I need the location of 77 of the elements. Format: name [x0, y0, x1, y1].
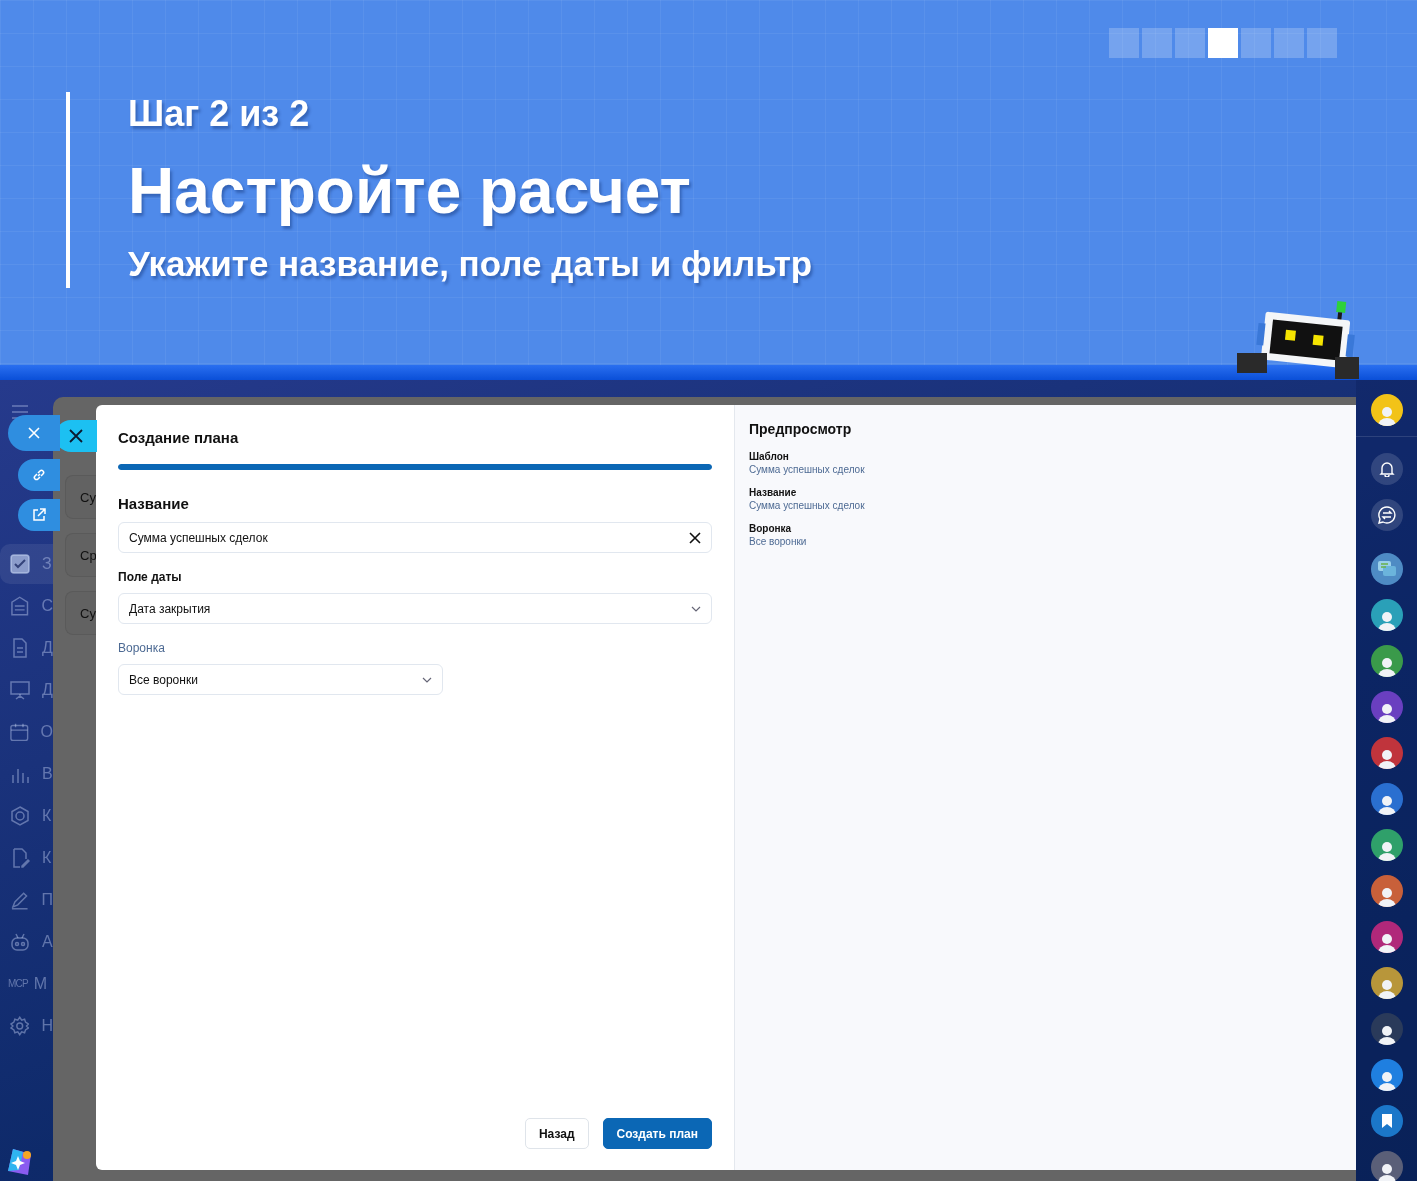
- field-label: Название: [118, 494, 190, 514]
- user-avatar[interactable]: [1370, 645, 1403, 677]
- pencil-icon: [10, 890, 30, 910]
- user-avatar[interactable]: [1370, 967, 1403, 999]
- back-button[interactable]: Назад: [524, 1118, 589, 1149]
- bell-icon: [1378, 461, 1395, 477]
- chat-bubbles-icon: [1376, 560, 1397, 578]
- user-avatar[interactable]: [1370, 1013, 1403, 1045]
- dialog-title: Создание плана: [118, 429, 240, 447]
- slide-title: Настройте расчет: [128, 156, 692, 226]
- field-label: Воронка: [118, 640, 166, 656]
- preview-label: Название: [749, 486, 798, 499]
- user-avatar[interactable]: [1370, 1059, 1403, 1091]
- sidebar-item[interactable]: А: [0, 932, 53, 952]
- copy-link-button[interactable]: [18, 459, 60, 491]
- chat-arrows-icon: [1377, 506, 1396, 524]
- plan-card: Су: [65, 475, 96, 519]
- document-edit-icon: [10, 848, 30, 868]
- chats-button[interactable]: [1370, 553, 1403, 585]
- user-avatar[interactable]: [1370, 783, 1403, 815]
- preview-title: Предпросмотр: [749, 421, 853, 437]
- preview-label: Шаблон: [749, 450, 790, 463]
- field-label: Поле даты: [118, 569, 183, 585]
- chevron-down-icon: [422, 676, 432, 683]
- user-avatar[interactable]: [1370, 737, 1403, 769]
- date-field-dropdown[interactable]: Дата закрытия: [118, 593, 712, 624]
- close-icon: [28, 427, 40, 439]
- sidebar-item[interactable]: П: [0, 890, 53, 910]
- close-icon[interactable]: [689, 531, 701, 544]
- settings-icon: [10, 1016, 30, 1036]
- mcp-icon: MCP: [8, 977, 28, 991]
- document-icon: [10, 638, 30, 658]
- user-avatar[interactable]: [1370, 394, 1403, 426]
- name-input-field[interactable]: Сумма успешных сделок: [118, 522, 712, 553]
- sidebar-item[interactable]: С: [0, 596, 53, 616]
- user-avatar[interactable]: [1370, 875, 1403, 907]
- user-avatar[interactable]: [1370, 921, 1403, 953]
- plan-card: Су: [65, 591, 96, 635]
- sidebar-item[interactable]: Н: [0, 1016, 53, 1036]
- create-button[interactable]: Создать план: [602, 1118, 712, 1149]
- close-button[interactable]: [8, 415, 60, 451]
- external-link-icon: [32, 508, 46, 522]
- user-avatar[interactable]: [1370, 599, 1403, 631]
- slide-subtitle: Укажите название, поле даты и фильтр: [128, 244, 814, 284]
- sidebar-item[interactable]: MCP М: [0, 974, 53, 994]
- chevron-down-icon: [691, 605, 701, 612]
- sidebar-item[interactable]: Д: [0, 680, 53, 700]
- user-avatar[interactable]: [1370, 829, 1403, 861]
- funnel-dropdown[interactable]: Все воронки: [118, 664, 443, 695]
- sidebar-item[interactable]: З: [0, 544, 53, 584]
- checkbox-icon: [10, 554, 30, 574]
- preview-value: Сумма успешных сделок: [749, 463, 866, 476]
- exchange-button[interactable]: [1370, 499, 1403, 531]
- notifications-button[interactable]: [1370, 453, 1403, 485]
- calendar-icon: [10, 722, 29, 742]
- sidebar-item[interactable]: К: [0, 806, 53, 826]
- link-icon: [32, 468, 46, 482]
- robot-icon: [10, 932, 30, 952]
- bookmark-icon: [1380, 1113, 1393, 1129]
- sidebar-item[interactable]: Д: [0, 638, 53, 658]
- sidebar-item[interactable]: В: [0, 764, 53, 784]
- preview-label: Воронка: [749, 522, 793, 535]
- menu-icon[interactable]: [11, 405, 29, 419]
- user-avatar[interactable]: [1370, 691, 1403, 723]
- presentation-icon: [10, 680, 30, 700]
- close-icon: [69, 429, 83, 443]
- hexagon-icon: [10, 806, 30, 826]
- open-external-button[interactable]: [18, 499, 60, 531]
- step-counter: Шаг 2 из 2: [128, 94, 311, 134]
- sidebar-item[interactable]: О: [0, 722, 53, 742]
- preview-value: Сумма успешных сделок: [749, 499, 866, 512]
- building-icon: [10, 596, 30, 616]
- sidebar-item[interactable]: К: [0, 848, 53, 868]
- bookmarks-button[interactable]: [1370, 1105, 1403, 1137]
- user-avatar[interactable]: [1370, 1151, 1403, 1181]
- preview-value: Все воронки: [749, 535, 808, 548]
- plan-card: Ср: [65, 533, 96, 577]
